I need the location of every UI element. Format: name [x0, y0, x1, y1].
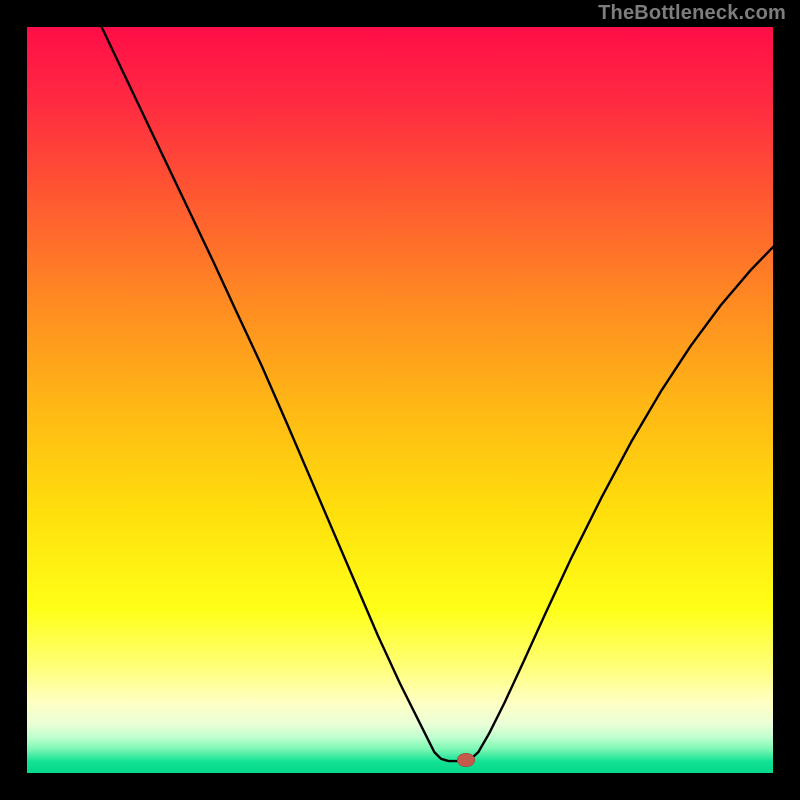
background-gradient	[27, 27, 773, 773]
optimum-marker-icon	[457, 753, 475, 767]
plot-area	[27, 27, 773, 773]
watermark-label: TheBottleneck.com	[598, 2, 786, 25]
chart-outer: TheBottleneck.com	[0, 0, 800, 800]
